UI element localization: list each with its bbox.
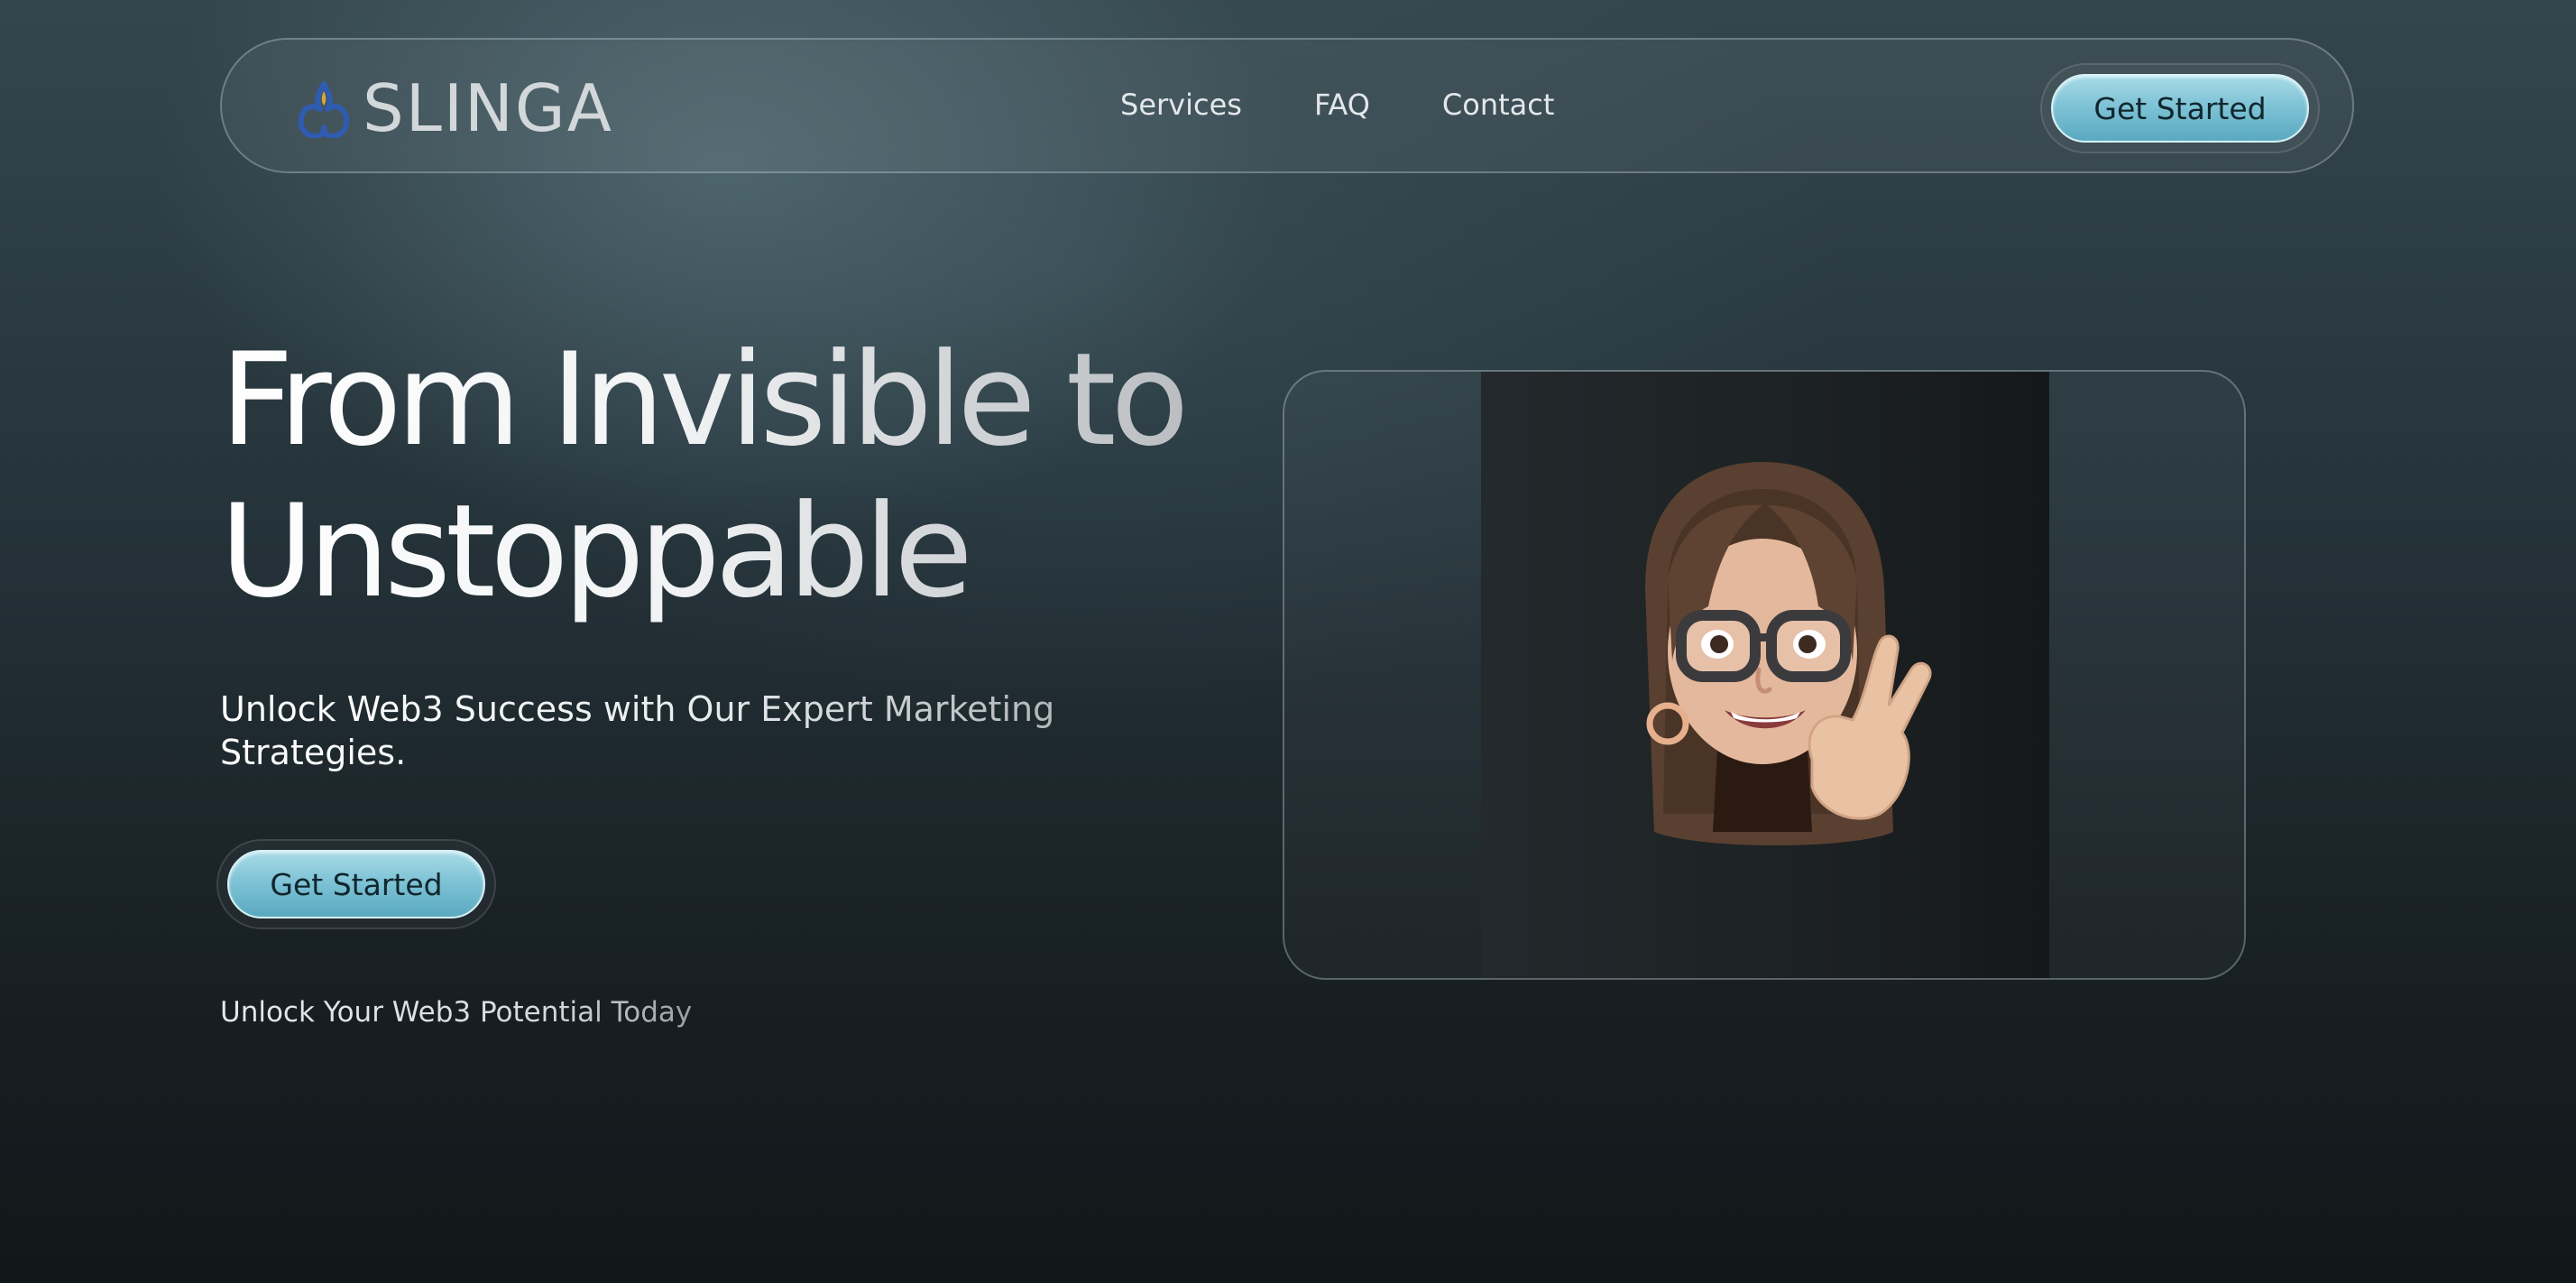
flame-drop-logo-icon — [298, 81, 350, 138]
brand-name: SLINGA — [363, 70, 613, 146]
hero-headline: From Invisible to Unstoppable — [220, 325, 1212, 628]
nav-link-contact[interactable]: Contact — [1442, 83, 1555, 126]
hero-get-started-button[interactable]: Get Started — [227, 850, 485, 918]
hero-media-card[interactable] — [1283, 370, 2246, 980]
hero-headline-line-1: From Invisible to — [220, 326, 1184, 475]
nav-link-faq[interactable]: FAQ — [1314, 83, 1370, 126]
brand-logo[interactable]: SLINGA — [296, 70, 613, 146]
nav-links: Services FAQ Contact — [1120, 83, 1554, 126]
nav-get-started-button[interactable]: Get Started — [2051, 74, 2309, 143]
memoji-peace-sign-avatar-icon — [1645, 462, 1932, 845]
top-navigation-bar: SLINGA Services FAQ Contact Get Started — [220, 38, 2354, 173]
hero-tagline: Unlock Your Web3 Potential Today — [220, 991, 692, 1034]
hero-subheadline: Unlock Web3 Success with Our Expert Mark… — [220, 688, 1086, 774]
hero-headline-line-2: Unstoppable — [220, 477, 968, 626]
nav-link-services[interactable]: Services — [1120, 83, 1242, 126]
